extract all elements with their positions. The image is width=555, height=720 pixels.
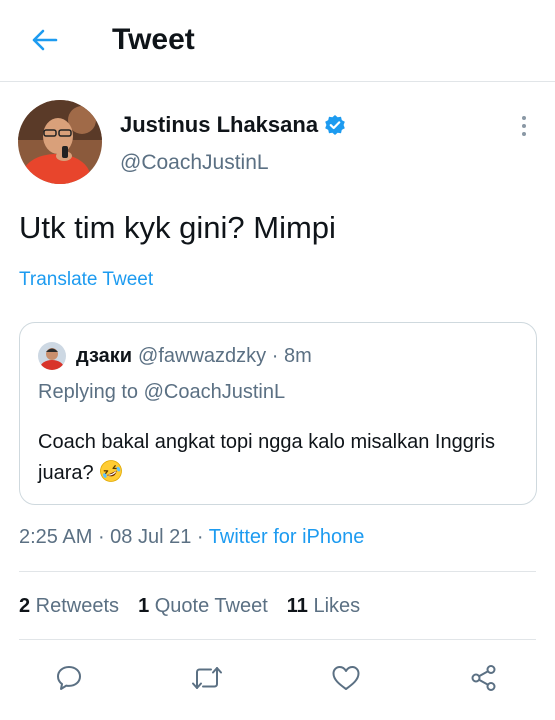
reply-button[interactable] [51, 660, 87, 696]
quoted-text-block: Coach bakal angkat topi ngga kalo misalk… [38, 427, 518, 493]
author-name[interactable]: Justinus Lhaksana [120, 112, 346, 138]
more-options-button[interactable] [514, 112, 534, 140]
tweet-time: 2:25 AM [19, 526, 93, 548]
rolling-laughing-emoji-icon [99, 459, 123, 493]
top-bar: Tweet [0, 0, 555, 82]
quoted-age: 8m [283, 344, 312, 367]
tweet-timestamp: 2:25 AM · 08 Jul 21 · Twitter for iPhone [19, 526, 365, 548]
retweets-stat[interactable]: 2 Retweets [19, 592, 119, 620]
quoted-author-name: дзаки [76, 344, 133, 367]
quoted-reply-line: Replying to @CoachJustinL [38, 381, 286, 403]
verified-badge-icon [325, 115, 345, 135]
quoted-separator: · [266, 344, 284, 367]
author-handle[interactable]: @CoachJustinL [120, 150, 269, 176]
author-avatar[interactable] [18, 100, 102, 184]
share-button[interactable] [466, 660, 502, 696]
tweet-date: 08 Jul 21 [110, 526, 192, 548]
quoted-tweet-header: дзаки @fawwazdzky · 8m [38, 341, 312, 371]
more-vertical-icon [522, 116, 526, 120]
translate-tweet-link[interactable]: Translate Tweet [19, 268, 153, 292]
tweet-text: Utk tim kyk gini? Mimpi [19, 210, 336, 245]
share-icon [471, 665, 496, 691]
divider [19, 639, 536, 640]
tweet-source-link[interactable]: Twitter for iPhone [209, 526, 365, 548]
author-name-text: Justinus Lhaksana [120, 112, 319, 137]
likes-stat[interactable]: 11 Likes [287, 592, 360, 620]
quoted-tweet[interactable]: дзаки @fawwazdzky · 8m Replying to @Coac… [19, 322, 537, 505]
arrow-left-icon [32, 29, 58, 51]
back-button[interactable] [26, 22, 62, 58]
page-title: Tweet [112, 23, 195, 56]
quoted-avatar [38, 342, 66, 370]
divider [19, 571, 536, 572]
reply-icon [57, 666, 81, 690]
quoted-author-handle: @fawwazdzky [138, 344, 267, 367]
like-button[interactable] [328, 660, 364, 696]
like-icon [332, 666, 360, 690]
quote-tweets-stat[interactable]: 1 Quote Tweet [138, 592, 268, 620]
retweet-icon [192, 667, 222, 689]
retweet-button[interactable] [189, 660, 225, 696]
tweet-stats: 2 Retweets 1 Quote Tweet 11 Likes [19, 592, 379, 620]
